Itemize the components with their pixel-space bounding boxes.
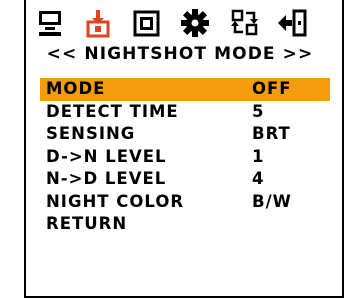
menu-list: MODE OFF DETECT TIME 5 SENSING BRT D->N … [40,78,336,236]
menu-item-value: B/W [252,191,292,211]
menu-title: << NIGHTSHOT MODE >> [46,44,314,64]
menu-item-label: DETECT TIME [46,101,179,121]
menu-item-label: D->N LEVEL [46,146,167,166]
menu-item-return[interactable]: RETURN [40,213,336,236]
menu-item-mode[interactable]: MODE OFF [40,78,330,101]
menu-item-value: 4 [252,169,265,188]
menu-item-label: MODE [46,79,106,98]
menu-item-night-color[interactable]: NIGHT COLOR B/W [40,191,336,214]
menu-item-detect-time[interactable]: DETECT TIME 5 [40,101,336,124]
swap-icon[interactable] [230,8,260,38]
menu-item-label: N->D LEVEL [46,169,167,188]
menu-item-value: BRT [252,124,291,143]
camera-export-icon[interactable] [84,8,114,38]
menu-item-value: 1 [252,146,265,166]
menu-item-d-n-level[interactable]: D->N LEVEL 1 [40,146,336,169]
menu-item-n-d-level[interactable]: N->D LEVEL 4 [40,168,336,191]
menu-item-value: OFF [252,79,292,98]
icon-toolbar [28,8,334,44]
menu-item-sensing[interactable]: SENSING BRT [40,123,336,146]
monitor-icon[interactable] [36,8,66,38]
menu-item-value: 5 [252,101,265,121]
picture-in-picture-icon[interactable] [132,8,162,38]
menu-item-label: RETURN [46,214,128,233]
exit-icon[interactable] [278,8,308,38]
menu-item-label: SENSING [46,124,136,143]
gear-icon[interactable] [180,8,210,38]
menu-item-label: NIGHT COLOR [46,191,185,211]
